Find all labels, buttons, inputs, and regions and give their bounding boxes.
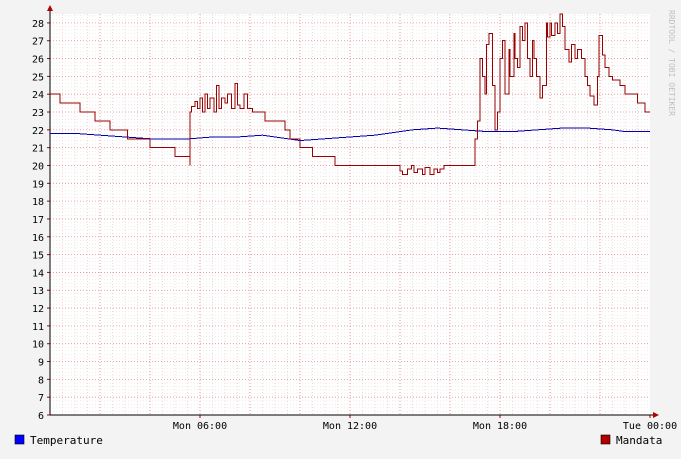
y-tick-label: 24 (32, 90, 44, 101)
y-tick-label: 17 (32, 215, 44, 226)
y-tick-label: 13 (32, 286, 44, 297)
x-tick-label: Mon 18:00 (473, 421, 527, 432)
legend-label-temperature: Temperature (30, 434, 103, 447)
x-tick-label: Mon 06:00 (173, 421, 227, 432)
x-axis-arrow (653, 412, 659, 418)
y-tick-label: 9 (38, 358, 44, 369)
y-tick-label: 21 (32, 144, 44, 155)
y-tick-label: 20 (32, 161, 44, 172)
y-tick-label: 23 (32, 108, 44, 119)
legend-label-mandata: Mandata (616, 434, 662, 447)
y-tick-label: 7 (38, 393, 44, 404)
rrdtool-watermark: RRDTOOL / TOBI OETIKER (667, 10, 676, 116)
y-tick-label: 18 (32, 197, 44, 208)
y-tick-label: 19 (32, 179, 44, 190)
y-tick-label: 12 (32, 304, 44, 315)
x-tick-label: Mon 12:00 (323, 421, 377, 432)
legend-swatch-mandata (600, 434, 611, 445)
y-axis-arrow (47, 5, 53, 11)
y-tick-label: 11 (32, 322, 44, 333)
y-tick-label: 14 (32, 268, 44, 279)
y-tick-label: 15 (32, 251, 44, 262)
legend-swatch-temperature (14, 434, 25, 445)
y-tick-label: 28 (32, 19, 44, 30)
chart-root: 6 7 8 9 10 11 12 13 14 15 16 17 18 19 20 21 22 23 24 25 26 27… (0, 0, 681, 455)
y-tick-label: 25 (32, 72, 44, 83)
y-tick-label: 22 (32, 126, 44, 137)
y-tick-label: 8 (38, 375, 44, 386)
chart-svg: 6 7 8 9 10 11 12 13 14 15 16 17 18 19 20 21 22 23 24 25 26 27… (14, 5, 677, 447)
y-tick-label: 16 (32, 233, 44, 244)
y-tick-label: 10 (32, 340, 44, 351)
y-tick-label: 6 (38, 411, 44, 422)
x-tick-label: Tue 00:00 (623, 421, 677, 432)
y-tick-label: 26 (32, 55, 44, 66)
y-tick-label: 27 (32, 37, 44, 48)
